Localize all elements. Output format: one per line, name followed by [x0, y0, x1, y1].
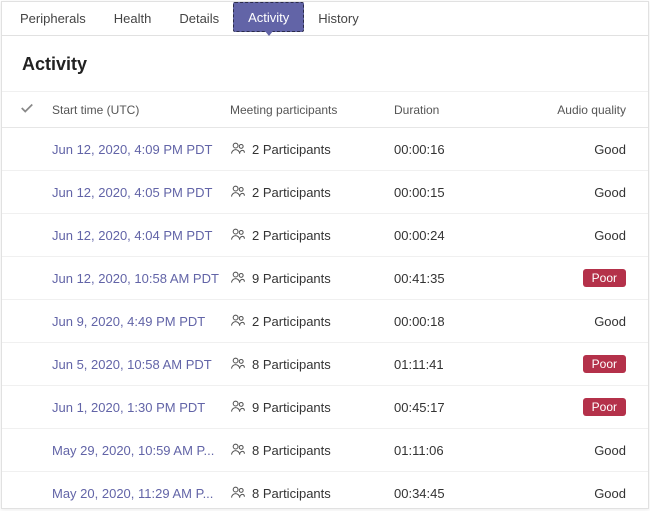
people-icon	[230, 398, 246, 417]
quality-cell: Good	[544, 443, 636, 458]
people-icon	[230, 140, 246, 159]
table-row[interactable]: May 29, 2020, 10:59 AM P... 8 Participant…	[2, 429, 648, 472]
col-header-duration[interactable]: Duration	[394, 103, 544, 117]
participants-cell: 2 Participants	[230, 140, 394, 159]
page-title: Activity	[2, 36, 648, 91]
table-row[interactable]: Jun 12, 2020, 10:58 AM PDT 9 Participants…	[2, 257, 648, 300]
tab-label: Peripherals	[20, 11, 86, 26]
people-icon	[230, 441, 246, 460]
tab-label: Details	[179, 11, 219, 26]
participants-text: 2 Participants	[252, 314, 331, 329]
table-row[interactable]: Jun 9, 2020, 4:49 PM PDT 2 Participants 00…	[2, 300, 648, 343]
quality-badge-poor: Poor	[583, 355, 626, 373]
col-header-quality[interactable]: Audio quality	[544, 103, 636, 117]
start-time-link[interactable]: Jun 5, 2020, 10:58 AM PDT	[52, 357, 212, 372]
participants-text: 2 Participants	[252, 142, 331, 157]
activity-panel: Peripherals Health Details Activity Hist…	[1, 1, 649, 509]
table-row[interactable]: Jun 12, 2020, 4:09 PM PDT 2 Participants 0…	[2, 128, 648, 171]
quality-text-good: Good	[594, 185, 626, 200]
people-icon	[230, 355, 246, 374]
participants-text: 8 Participants	[252, 486, 331, 501]
tab-bar: Peripherals Health Details Activity Hist…	[2, 2, 648, 36]
participants-cell: 2 Participants	[230, 312, 394, 331]
participants-cell: 8 Participants	[230, 355, 394, 374]
quality-text-good: Good	[594, 486, 626, 501]
checkmark-icon	[20, 101, 34, 118]
duration-cell: 01:11:41	[394, 357, 544, 372]
duration-cell: 00:00:15	[394, 185, 544, 200]
tab-peripherals[interactable]: Peripherals	[6, 2, 100, 35]
participants-cell: 8 Participants	[230, 484, 394, 503]
quality-text-good: Good	[594, 142, 626, 157]
tab-history[interactable]: History	[304, 2, 372, 35]
table-row[interactable]: Jun 1, 2020, 1:30 PM PDT 9 Participants 00…	[2, 386, 648, 429]
tab-health[interactable]: Health	[100, 2, 166, 35]
quality-cell: Poor	[544, 398, 636, 416]
people-icon	[230, 226, 246, 245]
select-all-check[interactable]	[2, 101, 52, 118]
quality-cell: Good	[544, 486, 636, 501]
quality-badge-poor: Poor	[583, 398, 626, 416]
duration-cell: 01:11:06	[394, 443, 544, 458]
table-row[interactable]: Jun 12, 2020, 4:04 PM PDT 2 Participants 0…	[2, 214, 648, 257]
quality-cell: Good	[544, 228, 636, 243]
participants-text: 2 Participants	[252, 228, 331, 243]
table-row[interactable]: May 20, 2020, 11:29 AM P... 8 Participant…	[2, 472, 648, 508]
duration-cell: 00:41:35	[394, 271, 544, 286]
start-time-link[interactable]: Jun 12, 2020, 4:09 PM PDT	[52, 142, 212, 157]
start-time-link[interactable]: May 20, 2020, 11:29 AM P...	[52, 486, 213, 501]
activity-table: Start time (UTC) Meeting participants Du…	[2, 91, 648, 508]
start-time-link[interactable]: Jun 9, 2020, 4:49 PM PDT	[52, 314, 205, 329]
start-time-link[interactable]: Jun 1, 2020, 1:30 PM PDT	[52, 400, 205, 415]
participants-text: 8 Participants	[252, 357, 331, 372]
quality-text-good: Good	[594, 443, 626, 458]
tab-label: History	[318, 11, 358, 26]
start-time-link[interactable]: Jun 12, 2020, 10:58 AM PDT	[52, 271, 219, 286]
start-time-link[interactable]: Jun 12, 2020, 4:04 PM PDT	[52, 228, 212, 243]
participants-cell: 9 Participants	[230, 269, 394, 288]
participants-text: 9 Participants	[252, 271, 331, 286]
start-time-link[interactable]: May 29, 2020, 10:59 AM P...	[52, 443, 214, 458]
people-icon	[230, 484, 246, 503]
quality-cell: Poor	[544, 269, 636, 287]
participants-text: 2 Participants	[252, 185, 331, 200]
col-header-start[interactable]: Start time (UTC)	[52, 103, 230, 117]
participants-cell: 2 Participants	[230, 183, 394, 202]
quality-text-good: Good	[594, 314, 626, 329]
quality-text-good: Good	[594, 228, 626, 243]
table-header: Start time (UTC) Meeting participants Du…	[2, 92, 648, 128]
participants-cell: 9 Participants	[230, 398, 394, 417]
duration-cell: 00:00:24	[394, 228, 544, 243]
quality-badge-poor: Poor	[583, 269, 626, 287]
people-icon	[230, 312, 246, 331]
participants-text: 8 Participants	[252, 443, 331, 458]
table-row[interactable]: Jun 12, 2020, 4:05 PM PDT 2 Participants 0…	[2, 171, 648, 214]
tab-details[interactable]: Details	[165, 2, 233, 35]
tab-label: Activity	[248, 10, 289, 25]
quality-cell: Good	[544, 314, 636, 329]
duration-cell: 00:34:45	[394, 486, 544, 501]
duration-cell: 00:45:17	[394, 400, 544, 415]
people-icon	[230, 183, 246, 202]
col-header-participants[interactable]: Meeting participants	[230, 103, 394, 117]
quality-cell: Poor	[544, 355, 636, 373]
quality-cell: Good	[544, 185, 636, 200]
participants-cell: 2 Participants	[230, 226, 394, 245]
duration-cell: 00:00:18	[394, 314, 544, 329]
tab-activity[interactable]: Activity	[233, 2, 304, 32]
table-row[interactable]: Jun 5, 2020, 10:58 AM PDT 8 Participants 0…	[2, 343, 648, 386]
participants-cell: 8 Participants	[230, 441, 394, 460]
start-time-link[interactable]: Jun 12, 2020, 4:05 PM PDT	[52, 185, 212, 200]
participants-text: 9 Participants	[252, 400, 331, 415]
quality-cell: Good	[544, 142, 636, 157]
duration-cell: 00:00:16	[394, 142, 544, 157]
tab-label: Health	[114, 11, 152, 26]
people-icon	[230, 269, 246, 288]
